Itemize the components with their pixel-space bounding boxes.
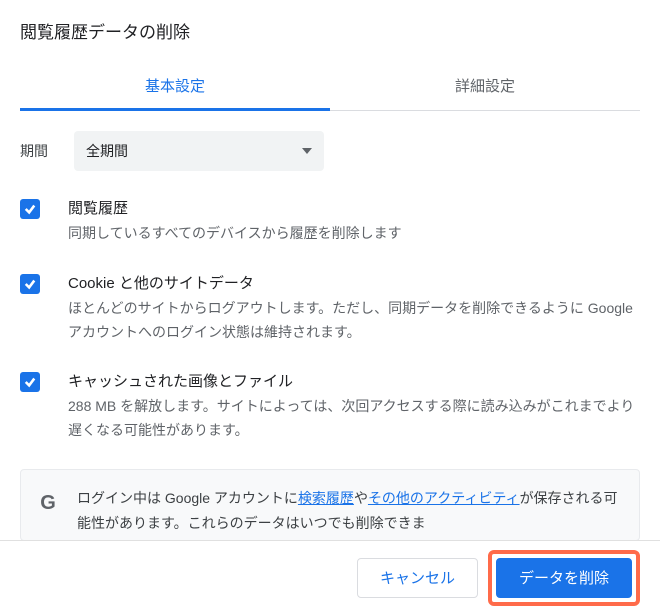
- check-icon: [24, 278, 36, 290]
- check-icon: [24, 376, 36, 388]
- option-cookies: Cookie と他のサイトデータ ほとんどのサイトからログアウトします。ただし、…: [20, 272, 640, 345]
- time-range-value: 全期間: [86, 141, 128, 161]
- info-text: ログイン中は Google アカウントに検索履歴やその他のアクティビティが保存さ…: [77, 486, 623, 536]
- time-range-select[interactable]: 全期間: [74, 131, 324, 171]
- link-search-history[interactable]: 検索履歴: [298, 490, 354, 506]
- option-title: Cookie と他のサイトデータ: [68, 272, 640, 293]
- google-account-info: G ログイン中は Google アカウントに検索履歴やその他のアクティビティが保…: [20, 469, 640, 541]
- google-logo-icon: G: [37, 492, 59, 514]
- highlight-annotation: データを削除: [488, 550, 640, 606]
- tab-basic[interactable]: 基本設定: [20, 61, 330, 110]
- tabs: 基本設定 詳細設定: [20, 61, 640, 111]
- cancel-button[interactable]: キャンセル: [357, 558, 478, 598]
- option-desc: ほとんどのサイトからログアウトします。ただし、同期データを削除できるように Go…: [68, 297, 640, 345]
- tab-advanced[interactable]: 詳細設定: [330, 61, 640, 110]
- check-icon: [24, 203, 36, 215]
- checkbox-browsing-history[interactable]: [20, 199, 40, 219]
- time-range-label: 期間: [20, 141, 74, 161]
- option-browsing-history: 閲覧履歴 同期しているすべてのデバイスから履歴を削除します: [20, 197, 640, 246]
- option-desc: 同期しているすべてのデバイスから履歴を削除します: [68, 222, 640, 246]
- checkbox-cookies[interactable]: [20, 274, 40, 294]
- dialog-title: 閲覧履歴データの削除: [20, 18, 640, 43]
- option-title: 閲覧履歴: [68, 197, 640, 218]
- link-other-activity[interactable]: その他のアクティビティ: [368, 490, 520, 506]
- chevron-down-icon: [302, 148, 312, 154]
- dialog-footer: キャンセル データを削除: [0, 540, 660, 614]
- clear-data-button[interactable]: データを削除: [496, 558, 632, 598]
- checkbox-cache[interactable]: [20, 372, 40, 392]
- option-title: キャッシュされた画像とファイル: [68, 370, 640, 391]
- option-cache: キャッシュされた画像とファイル 288 MB を解放します。サイトによっては、次…: [20, 370, 640, 443]
- option-desc: 288 MB を解放します。サイトによっては、次回アクセスする際に読み込みがこれ…: [68, 395, 640, 443]
